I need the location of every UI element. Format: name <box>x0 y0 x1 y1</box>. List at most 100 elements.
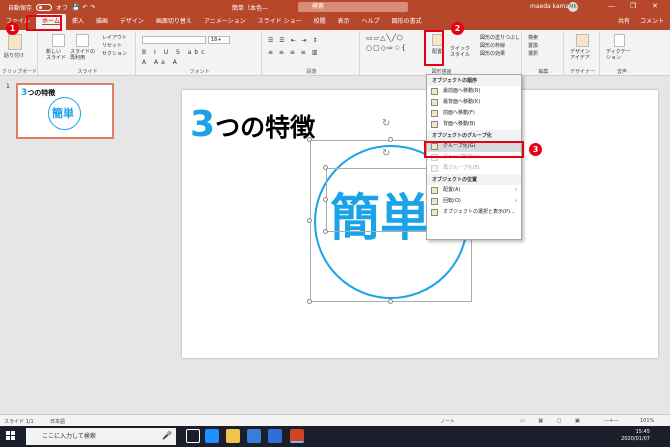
tab-shape-format[interactable]: 図形の書式 <box>386 14 428 30</box>
reuse-slide-icon[interactable] <box>76 34 89 47</box>
bring-to-front-icon <box>431 88 438 95</box>
tab-transitions[interactable]: 画面切り替え <box>150 14 198 30</box>
menu-item-label: 背面へ移動(B) <box>443 121 476 127</box>
title-bar: 自動保存 オフ 💾↶↷ 簡単（本色— 検索 maeda kamari MK — … <box>0 0 670 14</box>
slide-canvas[interactable]: 3つの特徴 簡単 ↻ ↻ <box>182 90 658 358</box>
menu-item-rotate[interactable]: 回転(O) › <box>427 196 521 207</box>
restore-button[interactable]: ❐ <box>630 2 636 10</box>
quick-style-label[interactable]: クイック スタイル <box>450 46 470 58</box>
zoom-level: 101% <box>640 418 655 424</box>
paste-icon[interactable] <box>8 34 22 50</box>
shapes-gallery-row2[interactable]: ○▢◇⇨☆{ <box>366 44 407 52</box>
clock[interactable]: 15:45 2020/01/07 <box>621 429 650 443</box>
font-style-buttons[interactable]: B I U S abc <box>142 49 208 56</box>
taskbar-search-input[interactable]: ここに入力して検索 <box>26 428 176 445</box>
shapes-gallery[interactable]: ▭▱△╲╱⬠ <box>366 34 404 42</box>
dictate-icon[interactable] <box>614 34 625 47</box>
menu-item-send-to-back[interactable]: 最背面へ移動(K) <box>427 97 521 108</box>
edge-icon[interactable] <box>205 429 219 443</box>
menu-item-label: 配置(A) <box>443 187 461 193</box>
tab-insert[interactable]: 挿入 <box>66 14 90 30</box>
thumbnail-shape-text: 簡単 <box>52 107 74 120</box>
shape-fill-button[interactable]: 図形の塗りつぶし <box>480 34 520 41</box>
resize-handle[interactable] <box>323 229 328 234</box>
mail-icon[interactable] <box>268 429 282 443</box>
close-button[interactable]: ✕ <box>652 2 658 10</box>
resize-handle[interactable] <box>307 299 312 304</box>
rotate-handle-icon[interactable]: ↻ <box>382 118 390 129</box>
slide-title-text: つの特徴 <box>215 113 316 142</box>
tab-slideshow[interactable]: スライド ショー <box>252 14 308 30</box>
zoom-slider[interactable]: —+— <box>604 418 618 424</box>
font-color-buttons[interactable]: A Aa A <box>142 59 180 66</box>
regroup-icon <box>431 165 438 172</box>
menu-item-selection-pane[interactable]: オブジェクトの選択と表示(P)... <box>427 207 521 218</box>
align-buttons[interactable]: ≡ ≡ ≡ ≡ ▥ <box>268 49 319 56</box>
font-size-combo[interactable]: 18+ <box>208 36 230 44</box>
windows-start-icon[interactable] <box>6 431 16 441</box>
thumbnail-title: 3つの特徴 <box>21 88 55 98</box>
search-input[interactable]: 検索 <box>298 2 408 12</box>
slide-thumbnail-panel: 1 3つの特徴 簡単 <box>0 77 128 412</box>
menu-item-send-backward[interactable]: 背面へ移動(B) <box>427 119 521 130</box>
thumbnail-title-text: つの特徴 <box>27 89 56 97</box>
resize-handle[interactable] <box>307 137 312 142</box>
annotation-badge-3: 3 <box>529 143 542 156</box>
group-slides: 新しい スライド スライドの 再利用 レイアウト リセット セクション スライド <box>40 32 136 76</box>
store-icon[interactable] <box>247 429 261 443</box>
comment-button[interactable]: コメント <box>640 14 664 30</box>
rotate-handle-icon[interactable]: ↻ <box>382 148 390 159</box>
menu-heading-position: オブジェクトの位置 <box>427 174 521 185</box>
tab-help[interactable]: ヘルプ <box>356 14 386 30</box>
shape-outline-button[interactable]: 図形の枠線 <box>480 42 505 49</box>
resize-handle[interactable] <box>388 137 393 142</box>
annotation-box-home-tab <box>26 15 62 31</box>
send-to-back-icon <box>431 99 438 106</box>
section-button[interactable]: セクション <box>102 50 127 57</box>
menu-item-label: 再グループ化(E) <box>443 165 480 171</box>
tab-review[interactable]: 校閲 <box>308 14 332 30</box>
notes-button[interactable]: ノート <box>440 418 455 425</box>
font-name-combo[interactable] <box>142 36 206 44</box>
tab-draw[interactable]: 描画 <box>90 14 114 30</box>
shape-effect-button[interactable]: 図形の効果 <box>480 50 505 57</box>
menu-item-align[interactable]: 配置(A) › <box>427 185 521 196</box>
group-label-font: フォント <box>189 69 210 75</box>
autosave-toggle[interactable] <box>36 3 53 11</box>
menu-item-bring-forward[interactable]: 前面へ移動(F) <box>427 108 521 119</box>
list-buttons[interactable]: ☰ ☰ ⇤ ⇥ ↕ <box>268 37 319 44</box>
resize-handle[interactable] <box>323 165 328 170</box>
design-ideas-icon[interactable] <box>576 34 589 47</box>
annotation-badge-2: 2 <box>451 22 464 35</box>
menu-item-bring-to-front[interactable]: 最前面へ移動(R) <box>427 86 521 97</box>
tab-view[interactable]: 表示 <box>332 14 356 30</box>
chevron-right-icon: › <box>515 187 517 193</box>
share-button[interactable]: 共有 <box>618 14 630 30</box>
group-label-paragraph: 段落 <box>306 69 317 75</box>
task-view-icon[interactable] <box>186 429 200 443</box>
microphone-icon[interactable]: 🎤 <box>162 431 172 440</box>
avatar[interactable]: MK <box>568 2 578 12</box>
layout-button[interactable]: レイアウト <box>102 34 127 41</box>
powerpoint-icon[interactable] <box>290 429 304 443</box>
tab-design[interactable]: デザイン <box>114 14 150 30</box>
bring-forward-icon <box>431 110 438 117</box>
new-slide-icon[interactable] <box>52 34 65 47</box>
slide-title[interactable]: 3つの特徴 <box>190 104 315 145</box>
file-explorer-icon[interactable] <box>226 429 240 443</box>
tab-animations[interactable]: アニメーション <box>198 14 252 30</box>
annotation-box-group <box>424 141 524 158</box>
view-buttons[interactable]: ▭ ▦ ▢ ▣ <box>520 418 586 424</box>
quick-access-icons[interactable]: 💾↶↷ <box>72 4 99 11</box>
find-button[interactable]: 検索 <box>528 34 538 41</box>
selection-box-text <box>326 168 432 232</box>
reset-button[interactable]: リセット <box>102 42 122 49</box>
resize-handle[interactable] <box>307 218 312 223</box>
minimize-button[interactable]: — <box>608 2 615 10</box>
select-button[interactable]: 選択 <box>528 50 538 57</box>
replace-button[interactable]: 置換 <box>528 42 538 49</box>
slide-thumbnail[interactable]: 3つの特徴 簡単 <box>16 83 114 139</box>
rotate-icon <box>431 198 438 205</box>
resize-handle[interactable] <box>323 197 328 202</box>
resize-handle[interactable] <box>388 299 393 304</box>
